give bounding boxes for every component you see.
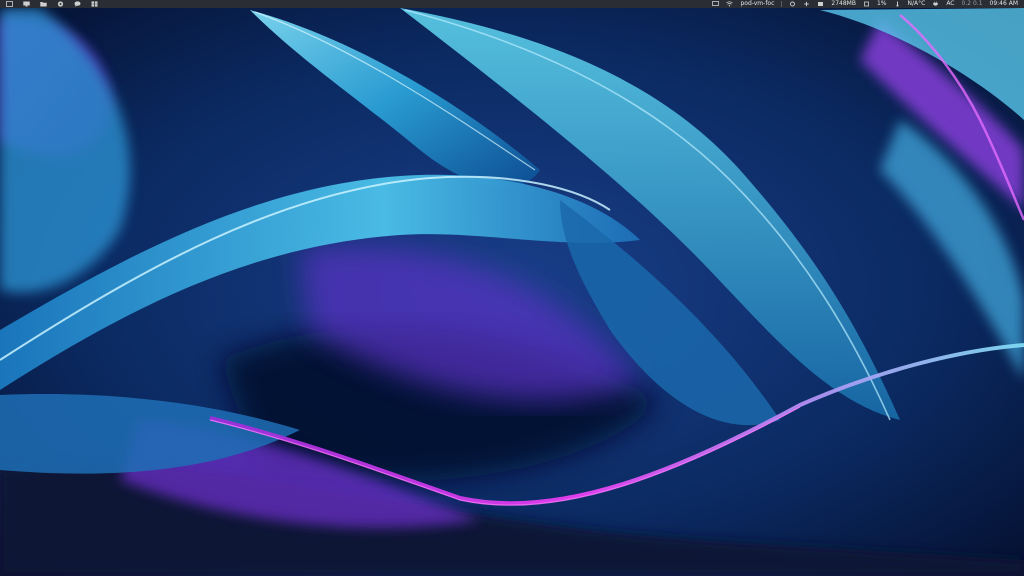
clock[interactable]: 09:46 AM: [990, 0, 1018, 8]
grid-icon[interactable]: [91, 1, 98, 7]
panel-launchers: [0, 0, 98, 8]
panel-status: pod-vm-foc 2748MB 1% N/A°C AC 0.2 0.1 09…: [712, 0, 1024, 8]
screen-icon[interactable]: [712, 1, 720, 7]
terminal-icon[interactable]: [23, 1, 30, 7]
settings-icon[interactable]: [789, 1, 796, 7]
temperature: N/A°C: [907, 0, 926, 7]
plus-icon[interactable]: [803, 1, 810, 7]
desktop: pod-vm-foc 2748MB 1% N/A°C AC 0.2 0.1 09…: [0, 0, 1024, 576]
workspace-indicator[interactable]: 0.2 0.1: [962, 0, 983, 8]
panel-separator: [781, 1, 783, 7]
memory-usage: 2748MB: [831, 0, 856, 7]
wallpaper: [0, 0, 1024, 576]
top-panel: pod-vm-foc 2748MB 1% N/A°C AC 0.2 0.1 09…: [0, 0, 1024, 8]
power-status: AC: [946, 0, 955, 7]
folder-icon[interactable]: [40, 1, 47, 7]
chat-icon[interactable]: [74, 1, 81, 7]
memory-icon: [817, 1, 824, 7]
power-plug-icon: [932, 1, 939, 7]
cpu-icon: [863, 1, 870, 7]
thermometer-icon: [894, 1, 901, 7]
window-icon[interactable]: [6, 1, 13, 7]
cpu-usage: 1%: [876, 0, 887, 7]
browser-icon[interactable]: [57, 1, 64, 7]
wifi-icon[interactable]: [726, 1, 734, 7]
network-label[interactable]: pod-vm-foc: [740, 0, 774, 8]
